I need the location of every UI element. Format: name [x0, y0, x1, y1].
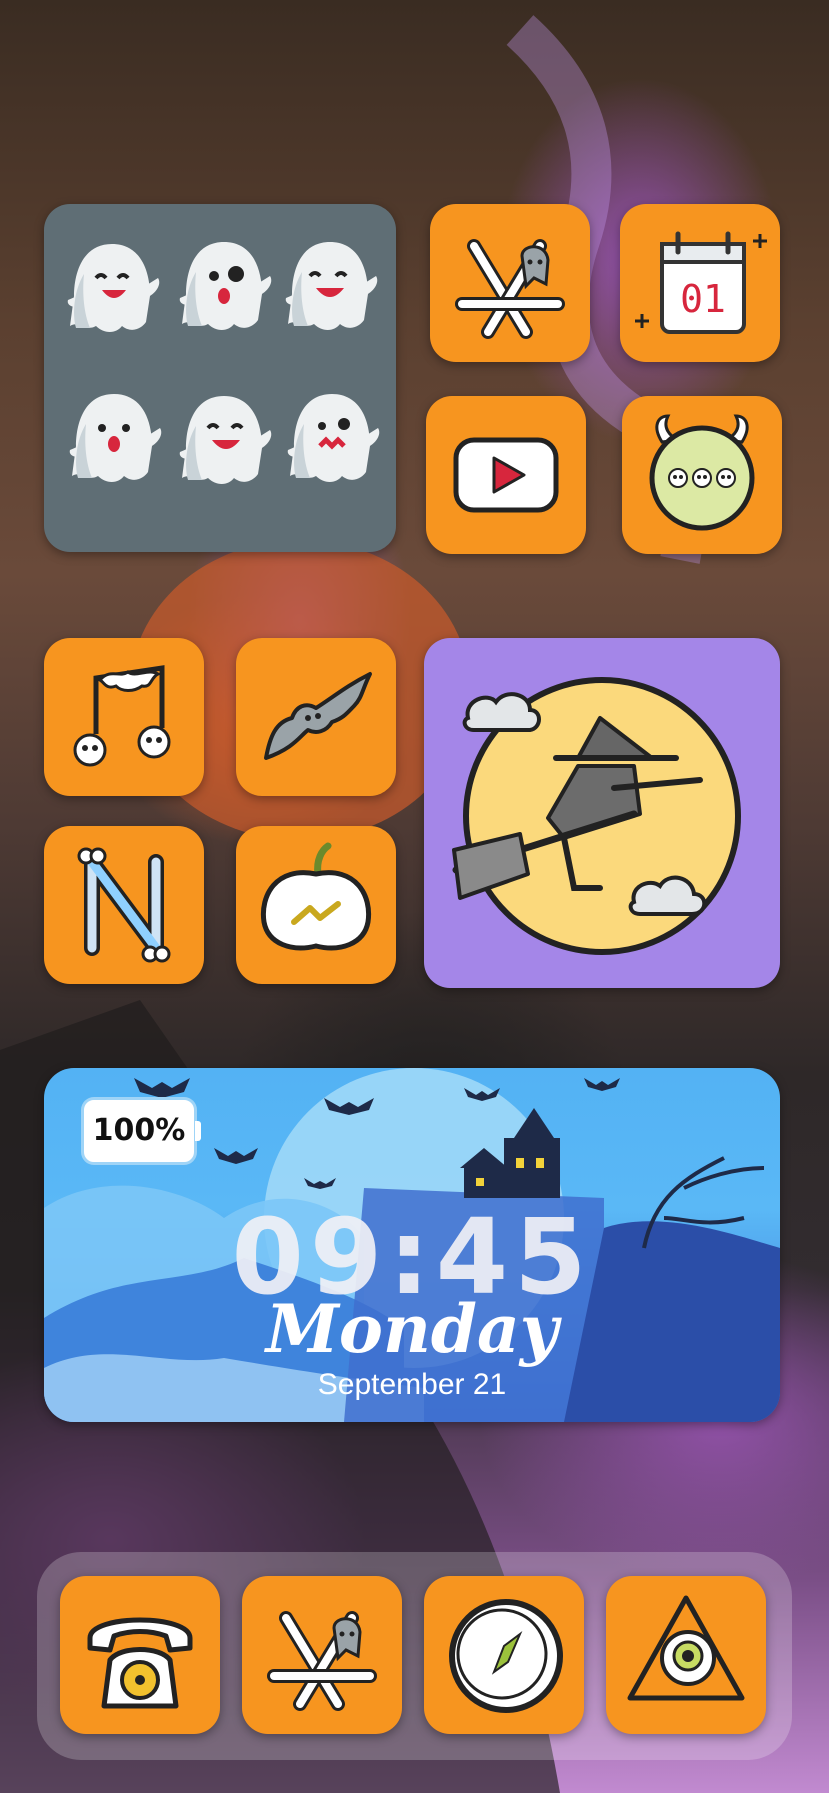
monster-chat-app[interactable]	[622, 396, 782, 554]
monster-chat-icon	[649, 414, 755, 531]
calendar-day: 01	[680, 277, 726, 321]
notion-app[interactable]	[44, 826, 204, 984]
app-store-ghost-icon	[455, 239, 565, 339]
witch-moon-widget[interactable]	[424, 638, 780, 988]
calendar-icon: 01	[635, 231, 767, 334]
clock-date: September 21	[317, 1368, 507, 1401]
battery-level: 100%	[92, 1113, 186, 1148]
bat-app[interactable]	[236, 638, 396, 796]
bone-n-icon	[77, 847, 171, 963]
youtube-icon	[453, 437, 559, 513]
eye-pyramid-icon	[627, 1595, 745, 1701]
messenger-app[interactable]	[236, 826, 396, 984]
youtube-app[interactable]	[426, 396, 586, 554]
safari-app[interactable]	[424, 1576, 584, 1734]
app-store-ghost-app[interactable]	[430, 204, 590, 362]
clock-day: Monday	[265, 1290, 559, 1368]
pumpkin-messenger-icon	[260, 842, 372, 951]
compass-icon	[449, 1599, 563, 1713]
bat-icon	[264, 672, 372, 760]
calendar-app[interactable]: 01	[620, 204, 780, 362]
ghost-photo-widget[interactable]	[44, 204, 396, 552]
dock-app-store-app[interactable]	[242, 1576, 402, 1734]
music-bat-icon	[73, 665, 171, 767]
witch-moon-icon	[452, 677, 741, 955]
app-store-ghost-icon	[267, 1611, 377, 1711]
phone-app[interactable]	[60, 1576, 220, 1734]
ghost-emoji-grid	[67, 242, 380, 484]
eye-pyramid-app[interactable]	[606, 1576, 766, 1734]
battery-nub	[195, 1121, 201, 1141]
phone-icon	[87, 1617, 193, 1709]
clock-widget[interactable]: 100% 09:45 Monday September 21	[44, 1068, 780, 1422]
music-app[interactable]	[44, 638, 204, 796]
battery-indicator: 100%	[84, 1100, 201, 1162]
